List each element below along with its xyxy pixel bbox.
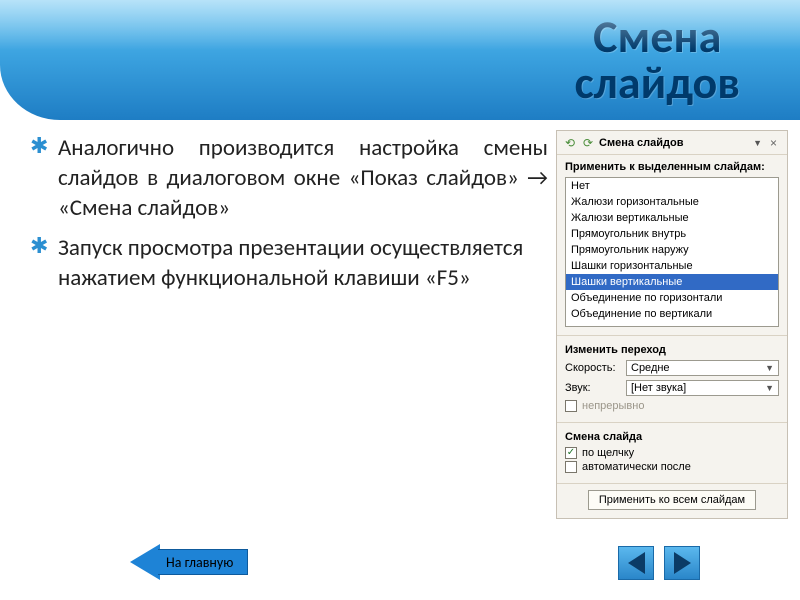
- chevron-down-icon[interactable]: ▼: [753, 138, 762, 148]
- on-click-row[interactable]: ✓ по щелчку: [565, 447, 779, 459]
- sound-value: [Нет звука]: [631, 382, 686, 394]
- transition-label: Изменить переход: [565, 344, 779, 356]
- list-item: ✱ Аналогично производится настройка смен…: [30, 134, 548, 224]
- bullet-icon: ✱: [30, 234, 48, 294]
- title-line-1: Смена: [574, 14, 740, 60]
- sound-row: Звук: [Нет звука] ▼: [565, 380, 779, 396]
- speed-value: Средне: [631, 362, 670, 374]
- slide-title: Смена слайдов: [574, 14, 740, 106]
- panel-header: ⟲ ⟳ Смена слайдов ▼ ×: [557, 131, 787, 155]
- option[interactable]: Жалюзи горизонтальные: [566, 194, 778, 210]
- option[interactable]: Объединение по горизонтали: [566, 290, 778, 306]
- panel-title: Смена слайдов: [599, 137, 749, 149]
- back-icon[interactable]: ⟲: [563, 136, 577, 150]
- loop-checkbox: [565, 400, 577, 412]
- on-click-checkbox[interactable]: ✓: [565, 447, 577, 459]
- forward-icon[interactable]: ⟳: [581, 136, 595, 150]
- apply-section: Применить к выделенным слайдам: Нет Жалю…: [557, 155, 787, 333]
- triangle-right-icon: [674, 552, 691, 574]
- chevron-down-icon: ▼: [765, 383, 774, 393]
- option[interactable]: Объединение по вертикали: [566, 306, 778, 322]
- option[interactable]: Прямоугольник наружу: [566, 242, 778, 258]
- speed-label: Скорость:: [565, 362, 620, 374]
- auto-after-row[interactable]: автоматически после: [565, 461, 779, 473]
- apply-all-button[interactable]: Применить ко всем слайдам: [588, 490, 756, 510]
- home-link[interactable]: На главную: [130, 544, 248, 580]
- option-selected[interactable]: Шашки вертикальные: [566, 274, 778, 290]
- auto-after-label: автоматически после: [582, 461, 691, 473]
- arrow-left-icon: [130, 544, 160, 580]
- on-click-label: по щелчку: [582, 447, 634, 459]
- bullet-text: Запуск просмотра презентации осуществляе…: [58, 234, 548, 294]
- slide-transition-panel: ⟲ ⟳ Смена слайдов ▼ × Применить к выделе…: [556, 130, 788, 519]
- triangle-left-icon: [628, 552, 645, 574]
- bullet-text: Аналогично производится настройка смены …: [58, 134, 548, 224]
- option-none[interactable]: Нет: [566, 178, 778, 194]
- option[interactable]: Жалюзи вертикальные: [566, 210, 778, 226]
- transition-listbox[interactable]: Нет Жалюзи горизонтальные Жалюзи вертика…: [565, 177, 779, 327]
- loop-checkbox-row: непрерывно: [565, 400, 779, 412]
- speed-row: Скорость: Средне ▼: [565, 360, 779, 376]
- content-area: ✱ Аналогично производится настройка смен…: [0, 120, 800, 519]
- auto-after-checkbox[interactable]: [565, 461, 577, 473]
- apply-label: Применить к выделенным слайдам:: [565, 161, 779, 173]
- chevron-down-icon: ▼: [765, 363, 774, 373]
- bullet-list: ✱ Аналогично производится настройка смен…: [30, 130, 548, 519]
- option[interactable]: Шашки горизонтальные: [566, 258, 778, 274]
- title-line-2: слайдов: [574, 60, 740, 106]
- bullet-icon: ✱: [30, 134, 48, 224]
- list-item: ✱ Запуск просмотра презентации осуществл…: [30, 234, 548, 294]
- next-slide-button[interactable]: [664, 546, 700, 580]
- option[interactable]: Прямоугольник внутрь: [566, 226, 778, 242]
- advance-section: Смена слайда ✓ по щелчку автоматически п…: [557, 425, 787, 481]
- advance-label: Смена слайда: [565, 431, 779, 443]
- transition-section: Изменить переход Скорость: Средне ▼ Звук…: [557, 338, 787, 420]
- sound-select[interactable]: [Нет звука] ▼: [626, 380, 779, 396]
- loop-label: непрерывно: [582, 400, 644, 412]
- home-label: На главную: [158, 549, 248, 575]
- close-icon[interactable]: ×: [766, 135, 781, 150]
- title-banner: Смена слайдов: [0, 0, 800, 120]
- sound-label: Звук:: [565, 382, 620, 394]
- prev-slide-button[interactable]: [618, 546, 654, 580]
- speed-select[interactable]: Средне ▼: [626, 360, 779, 376]
- slide-nav: [618, 546, 700, 580]
